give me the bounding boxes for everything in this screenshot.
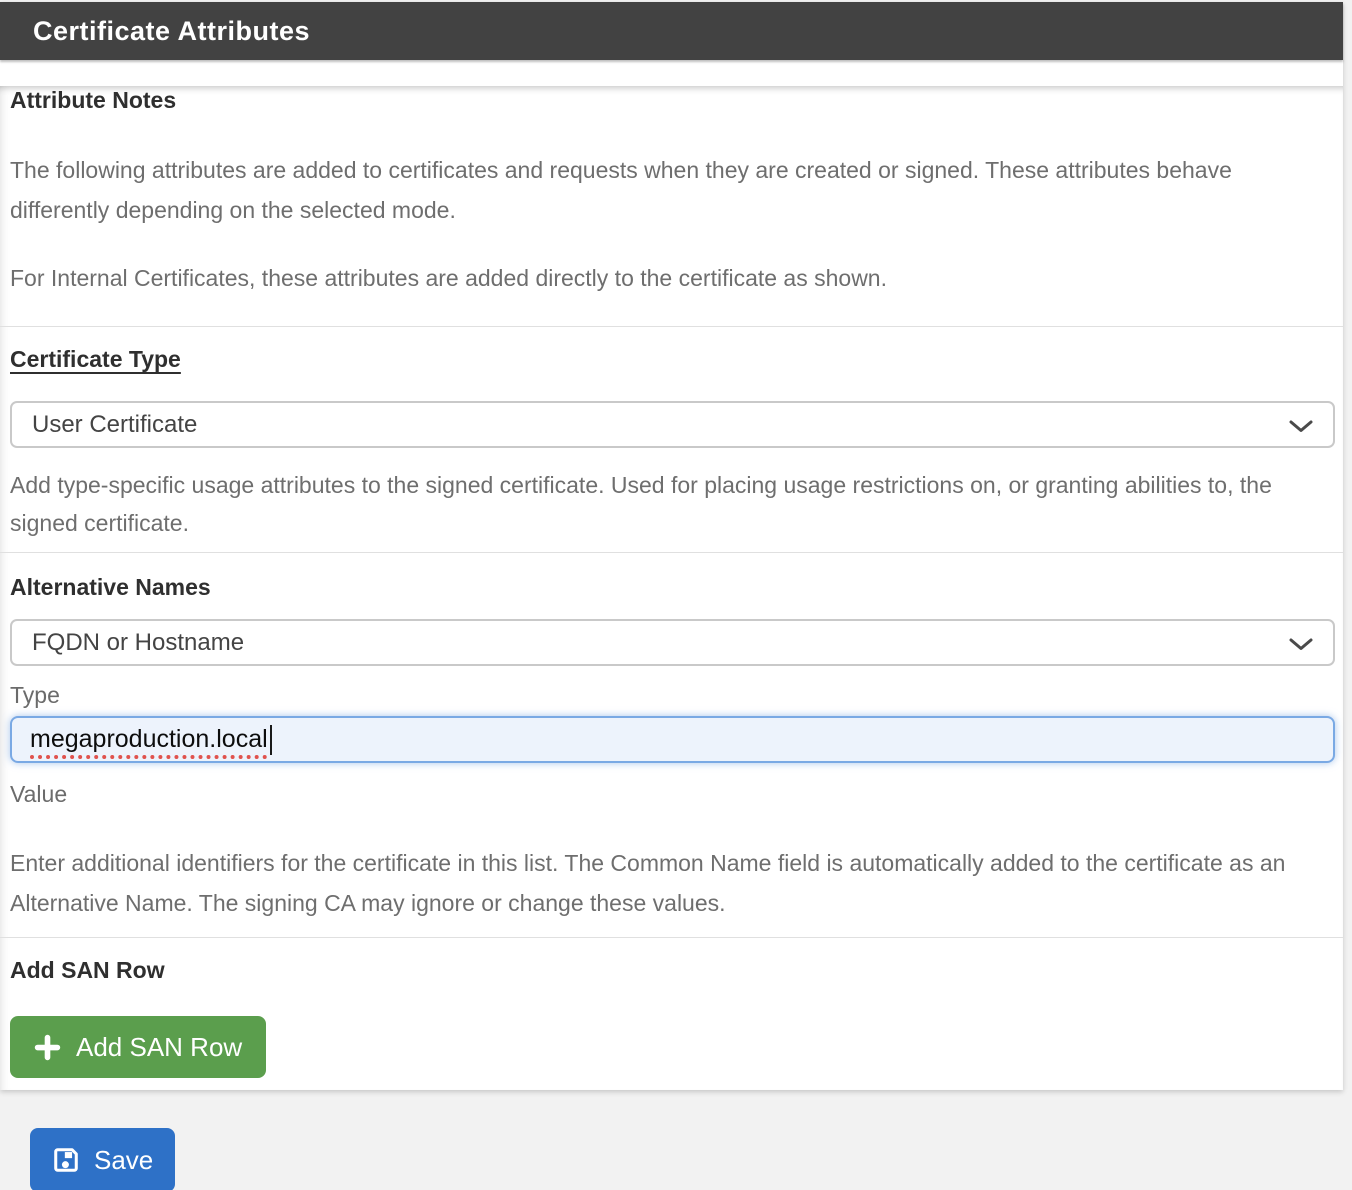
plus-icon [34,1034,61,1061]
panel-body: Attribute Notes The following attributes… [0,86,1343,1090]
san-type-select[interactable]: FQDN or Hostname [10,619,1335,666]
certificate-type-select[interactable]: User Certificate [10,401,1335,448]
section-add-san-row: Add SAN Row Add SAN Row [10,956,1335,1078]
alternative-names-heading: Alternative Names [10,573,1335,601]
attribute-notes-heading: Attribute Notes [10,86,1335,114]
add-san-row-button[interactable]: Add SAN Row [10,1016,266,1078]
certificate-attributes-panel: Certificate Attributes Attribute Notes T… [0,2,1343,1090]
attribute-notes-paragraph-1: The following attributes are added to ce… [10,150,1305,230]
attribute-notes-paragraph-2: For Internal Certificates, these attribu… [10,258,1305,298]
san-value-input[interactable]: megaproduction.local [10,716,1335,763]
san-type-select-wrap: FQDN or Hostname [10,619,1335,666]
san-type-label: Type [10,682,1335,708]
floppy-disk-icon [52,1146,80,1174]
certificate-type-help: Add type-specific usage attributes to th… [10,466,1305,542]
san-value-text: megaproduction.local [30,725,268,754]
section-divider [0,326,1343,327]
page: Certificate Attributes Attribute Notes T… [0,0,1352,1190]
certificate-type-heading: Certificate Type [10,345,1335,373]
panel-title: Certificate Attributes [33,16,310,47]
save-button-label: Save [94,1145,153,1176]
section-divider [0,937,1343,938]
section-certificate-type: Certificate Type User Certificate Add ty… [10,345,1335,552]
certificate-type-select-wrap: User Certificate [10,401,1335,448]
section-attribute-notes: Attribute Notes The following attributes… [10,86,1335,326]
save-button[interactable]: Save [30,1128,175,1190]
alternative-names-help: Enter additional identifiers for the cer… [10,843,1305,923]
text-caret [270,725,272,755]
section-alternative-names: Alternative Names FQDN or Hostname Type … [10,573,1335,937]
panel-header: Certificate Attributes [0,2,1343,60]
san-value-label: Value [10,781,1335,807]
page-footer: Save [0,1090,1352,1190]
section-divider [0,552,1343,553]
add-san-row-button-label: Add SAN Row [76,1032,242,1063]
add-san-row-heading: Add SAN Row [10,956,1335,984]
